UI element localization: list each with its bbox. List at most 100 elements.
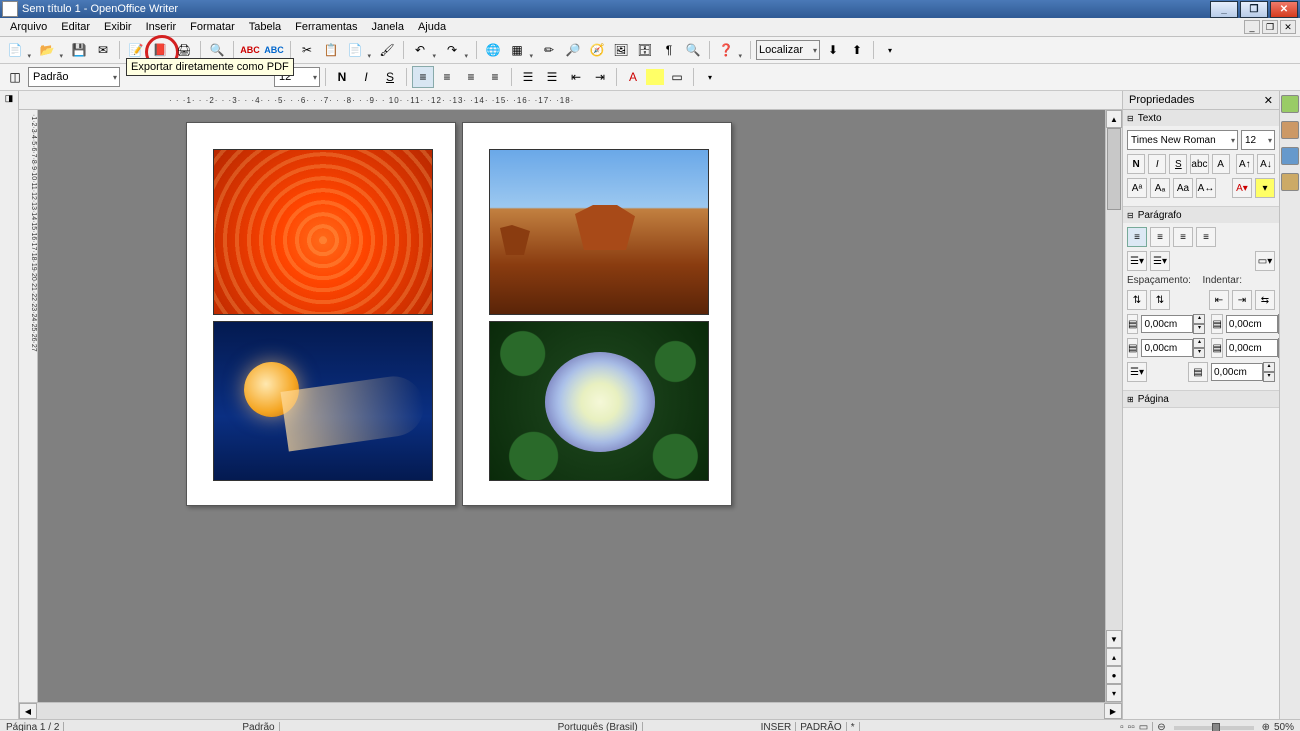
vertical-scrollbar[interactable]: ▲ ▼ ▴ ● ▾ <box>1105 110 1122 702</box>
image-hydrangea[interactable] <box>489 321 709 481</box>
section-pagina-header[interactable]: ⊞Página <box>1123 391 1279 407</box>
bullets-button[interactable]: ☰ <box>541 66 563 88</box>
menu-tabela[interactable]: Tabela <box>243 20 287 34</box>
prop-inc-para-spacing-button[interactable]: ⇅ <box>1127 290 1147 310</box>
close-button[interactable]: ✕ <box>1270 1 1298 18</box>
prop-align-center-button[interactable]: ≡ <box>1150 227 1170 247</box>
image-orange-flower[interactable] <box>213 149 433 315</box>
italic-button[interactable]: I <box>355 66 377 88</box>
paste-button[interactable]: 📄 <box>344 39 366 61</box>
menu-formatar[interactable]: Formatar <box>184 20 241 34</box>
nav-button[interactable]: ● <box>1106 666 1122 684</box>
doc-restore-button[interactable]: ❐ <box>1262 20 1278 34</box>
undo-button[interactable]: ↶ <box>409 39 431 61</box>
doc-minimize-button[interactable]: _ <box>1244 20 1260 34</box>
find-replace-button[interactable]: 🔎 <box>562 39 584 61</box>
find-combo[interactable]: Localizar <box>756 40 820 60</box>
status-insert[interactable]: INSER <box>761 722 792 731</box>
hyperlink-button[interactable]: 🌐 <box>482 39 504 61</box>
prop-decrease-font-button[interactable]: A↓ <box>1257 154 1275 174</box>
properties-close-icon[interactable]: ✕ <box>1264 94 1273 107</box>
menu-arquivo[interactable]: Arquivo <box>4 20 53 34</box>
font-color-button[interactable]: A <box>622 66 644 88</box>
cut-button[interactable]: ✂ <box>296 39 318 61</box>
scroll-down-button[interactable]: ▼ <box>1106 630 1122 648</box>
new-doc-button[interactable]: 📄 <box>4 39 26 61</box>
data-sources-button[interactable]: 🗄 <box>634 39 656 61</box>
prop-highlight-button[interactable]: ▾ <box>1255 178 1275 198</box>
view-multi-icon[interactable]: ▫▫ <box>1128 722 1135 731</box>
below-spacing-spinner[interactable]: ▴▾ <box>1141 338 1205 358</box>
increase-indent-button[interactable]: ⇥ <box>589 66 611 88</box>
scroll-thumb[interactable] <box>1107 128 1121 210</box>
doc-close-button[interactable]: ✕ <box>1280 20 1296 34</box>
highlight-button[interactable] <box>646 69 664 85</box>
horizontal-ruler[interactable]: · · ·1· · ·2· · ·3· · ·4· · ·5· · ·6· · … <box>19 91 1122 110</box>
horizontal-scrollbar[interactable]: ◀ ▶ <box>19 702 1122 719</box>
sidebar-styles-icon[interactable] <box>1281 121 1299 139</box>
prop-italic-button[interactable]: I <box>1148 154 1166 174</box>
gallery-button[interactable]: 🖼 <box>610 39 632 61</box>
prop-fontcolor-button[interactable]: A▾ <box>1232 178 1252 198</box>
show-draw-button[interactable]: ✏ <box>538 39 560 61</box>
status-style[interactable]: Padrão <box>242 722 274 731</box>
prop-numbering-button[interactable]: ☰▾ <box>1150 251 1170 271</box>
zoom-slider[interactable] <box>1174 726 1254 730</box>
menu-exibir[interactable]: Exibir <box>98 20 138 34</box>
vertical-ruler[interactable]: ·1·2·3·4·5·6·7·8·9·10·11·12·13·14·15·16·… <box>19 110 38 702</box>
scroll-up-button[interactable]: ▲ <box>1106 110 1122 128</box>
styles-window-button[interactable]: ◫ <box>4 66 26 88</box>
prop-size-combo[interactable]: 12 <box>1241 130 1275 150</box>
bg-color-button[interactable]: ▭ <box>666 66 688 88</box>
prop-hanging-indent-button[interactable]: ⇆ <box>1255 290 1275 310</box>
copy-button[interactable]: 📋 <box>320 39 342 61</box>
prop-strike-button[interactable]: abc <box>1190 154 1208 174</box>
image-jellyfish[interactable] <box>213 321 433 481</box>
next-page-button[interactable]: ▾ <box>1106 684 1122 702</box>
nonprinting-button[interactable]: ¶ <box>658 39 680 61</box>
status-selmode[interactable]: PADRÃO <box>800 722 842 731</box>
prop-increase-font-button[interactable]: A↑ <box>1236 154 1254 174</box>
zoom-out-button[interactable]: ⊖ <box>1157 722 1165 731</box>
maximize-button[interactable]: ❐ <box>1240 1 1268 18</box>
prev-page-button[interactable]: ▴ <box>1106 648 1122 666</box>
align-justify-button[interactable]: ≡ <box>484 66 506 88</box>
firstline-indent-spinner[interactable]: ▴▾ <box>1211 362 1275 382</box>
prop-inc-indent-button[interactable]: ⇥ <box>1232 290 1252 310</box>
document-canvas[interactable] <box>38 110 1105 702</box>
view-book-icon[interactable]: ▭ <box>1139 722 1148 731</box>
bold-button[interactable]: N <box>331 66 353 88</box>
fmt-more-icon[interactable]: ▾ <box>699 66 721 88</box>
menu-inserir[interactable]: Inserir <box>140 20 183 34</box>
hscroll-right-button[interactable]: ▶ <box>1104 703 1122 719</box>
prop-align-right-button[interactable]: ≡ <box>1173 227 1193 247</box>
prop-sub-button[interactable]: Aₐ <box>1150 178 1170 198</box>
format-paintbrush-button[interactable]: 🖌 <box>376 39 398 61</box>
toolbar-more-icon[interactable]: ▾ <box>879 39 901 61</box>
open-button[interactable]: 📂 <box>36 39 58 61</box>
prop-font-combo[interactable]: Times New Roman <box>1127 130 1238 150</box>
prop-align-justify-button[interactable]: ≡ <box>1196 227 1216 247</box>
save-button[interactable]: 💾 <box>68 39 90 61</box>
align-left-button[interactable]: ≡ <box>412 66 434 88</box>
prop-bold-button[interactable]: N <box>1127 154 1145 174</box>
prop-shadow-button[interactable]: A <box>1212 154 1230 174</box>
image-desert-rock[interactable] <box>489 149 709 315</box>
zoom-button[interactable]: 🔍 <box>682 39 704 61</box>
sidebar-properties-icon[interactable] <box>1281 95 1299 113</box>
prop-underline-button[interactable]: S <box>1169 154 1187 174</box>
sidebar-navigator-icon[interactable] <box>1281 173 1299 191</box>
hscroll-left-button[interactable]: ◀ <box>19 703 37 719</box>
prop-dec-indent-button[interactable]: ⇤ <box>1209 290 1229 310</box>
navigator-button[interactable]: 🧭 <box>586 39 608 61</box>
underline-button[interactable]: S <box>379 66 401 88</box>
prop-dec-para-spacing-button[interactable]: ⇅ <box>1150 290 1170 310</box>
menu-ajuda[interactable]: Ajuda <box>412 20 452 34</box>
zoom-in-button[interactable]: ⊕ <box>1262 722 1270 731</box>
prop-super-button[interactable]: Aᵃ <box>1127 178 1147 198</box>
above-spacing-spinner[interactable]: ▴▾ <box>1141 314 1205 334</box>
status-language[interactable]: Português (Brasil) <box>558 722 638 731</box>
prop-spacing-button[interactable]: A↔ <box>1196 178 1216 198</box>
align-right-button[interactable]: ≡ <box>460 66 482 88</box>
align-center-button[interactable]: ≡ <box>436 66 458 88</box>
